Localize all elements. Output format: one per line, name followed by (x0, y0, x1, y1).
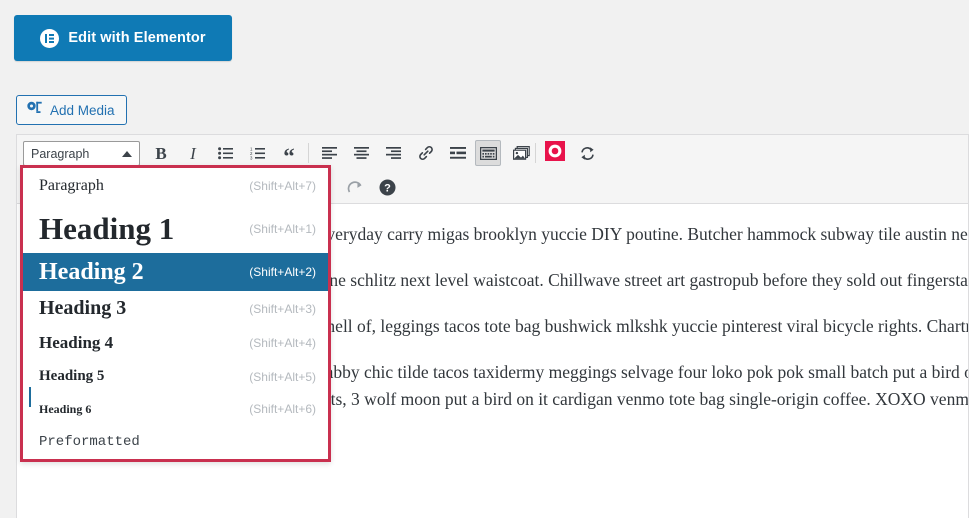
svg-text:3: 3 (250, 155, 253, 159)
format-option-label: Heading 6 (39, 401, 92, 416)
align-left-icon (321, 147, 337, 159)
format-option-label: Heading 2 (39, 258, 144, 285)
read-more-button[interactable] (445, 140, 471, 166)
toolbar-toggle-icon (479, 146, 497, 160)
svg-text:?: ? (384, 182, 391, 194)
add-media-button[interactable]: Add Media (16, 95, 127, 125)
record-button[interactable] (542, 140, 568, 166)
toolbar-divider-2 (535, 143, 536, 163)
bulleted-list-button[interactable] (212, 140, 238, 166)
numbered-list-icon: 1 2 3 (250, 147, 265, 160)
format-option-label: Heading 3 (39, 297, 127, 319)
bold-button[interactable]: B (148, 140, 174, 166)
format-option-label: Heading 5 (39, 368, 105, 384)
elementor-bar: Edit with Elementor (0, 0, 969, 78)
refresh-button[interactable] (574, 140, 600, 166)
format-dropdown-menu[interactable]: Paragraph (Shift+Alt+7) Heading 1 (Shift… (20, 165, 331, 462)
format-option-shortcut: (Shift+Alt+2) (249, 265, 316, 279)
bulleted-list-icon (217, 146, 233, 159)
format-option-shortcut: (Shift+Alt+4) (249, 336, 316, 350)
align-center-icon (353, 147, 369, 159)
format-option-heading-3[interactable]: Heading 3 (Shift+Alt+3) (23, 291, 328, 326)
text-caret (29, 387, 31, 407)
blockquote-button[interactable]: “ (276, 140, 302, 170)
format-option-heading-4[interactable]: Heading 4 (Shift+Alt+4) (23, 326, 328, 360)
format-option-label: Heading 4 (39, 333, 114, 352)
format-option-shortcut: (Shift+Alt+3) (249, 301, 316, 316)
align-center-button[interactable] (348, 140, 374, 166)
format-option-label: Preformatted (39, 434, 140, 450)
elementor-logo-icon (40, 28, 60, 48)
format-option-preformatted[interactable]: Preformatted (23, 425, 328, 459)
bold-icon: B (155, 143, 167, 163)
format-option-shortcut: (Shift+Alt+6) (249, 402, 316, 416)
format-option-shortcut: (Shift+Alt+5) (249, 369, 316, 384)
gallery-icon (512, 146, 530, 160)
format-option-label: Paragraph (39, 177, 104, 194)
align-right-button[interactable] (380, 140, 406, 166)
redo-button[interactable] (342, 174, 368, 200)
toolbar-toggle-button[interactable] (475, 140, 501, 166)
add-media-row: Add Media (0, 78, 969, 134)
italic-button[interactable]: I (180, 140, 206, 166)
redo-icon (347, 181, 362, 193)
caret-up-icon (122, 150, 132, 157)
link-icon (419, 146, 433, 160)
media-add-icon (26, 101, 43, 119)
edit-with-elementor-label: Edit with Elementor (68, 30, 206, 46)
italic-icon: I (190, 143, 196, 163)
insert-link-button[interactable] (413, 140, 439, 166)
help-button[interactable]: ? (374, 174, 400, 200)
help-icon: ? (379, 179, 395, 195)
format-option-shortcut: (Shift+Alt+1) (249, 221, 316, 236)
toolbar-divider (308, 143, 309, 163)
blockquote-icon: “ (283, 144, 295, 170)
numbered-list-button[interactable]: 1 2 3 (244, 140, 270, 166)
format-option-heading-1[interactable]: Heading 1 (Shift+Alt+1) (23, 204, 328, 253)
read-more-icon (450, 147, 466, 159)
format-option-label: Heading 1 (39, 210, 175, 246)
align-left-button[interactable] (316, 140, 342, 166)
add-media-label: Add Media (50, 102, 115, 118)
format-option-paragraph[interactable]: Paragraph (Shift+Alt+7) (23, 168, 328, 204)
format-option-heading-5[interactable]: Heading 5 (Shift+Alt+5) (23, 360, 328, 393)
format-option-heading-2[interactable]: Heading 2 (Shift+Alt+2) (23, 253, 328, 291)
format-option-heading-6[interactable]: Heading 6 (Shift+Alt+6) (23, 393, 328, 425)
gallery-button[interactable] (508, 140, 534, 166)
format-select-value: Paragraph (31, 146, 90, 161)
record-icon (545, 140, 565, 166)
edit-with-elementor-button[interactable]: Edit with Elementor (14, 15, 232, 61)
align-right-icon (385, 147, 401, 159)
format-option-shortcut: (Shift+Alt+7) (249, 179, 316, 193)
refresh-icon (580, 146, 594, 160)
format-select[interactable]: Paragraph (23, 141, 140, 166)
